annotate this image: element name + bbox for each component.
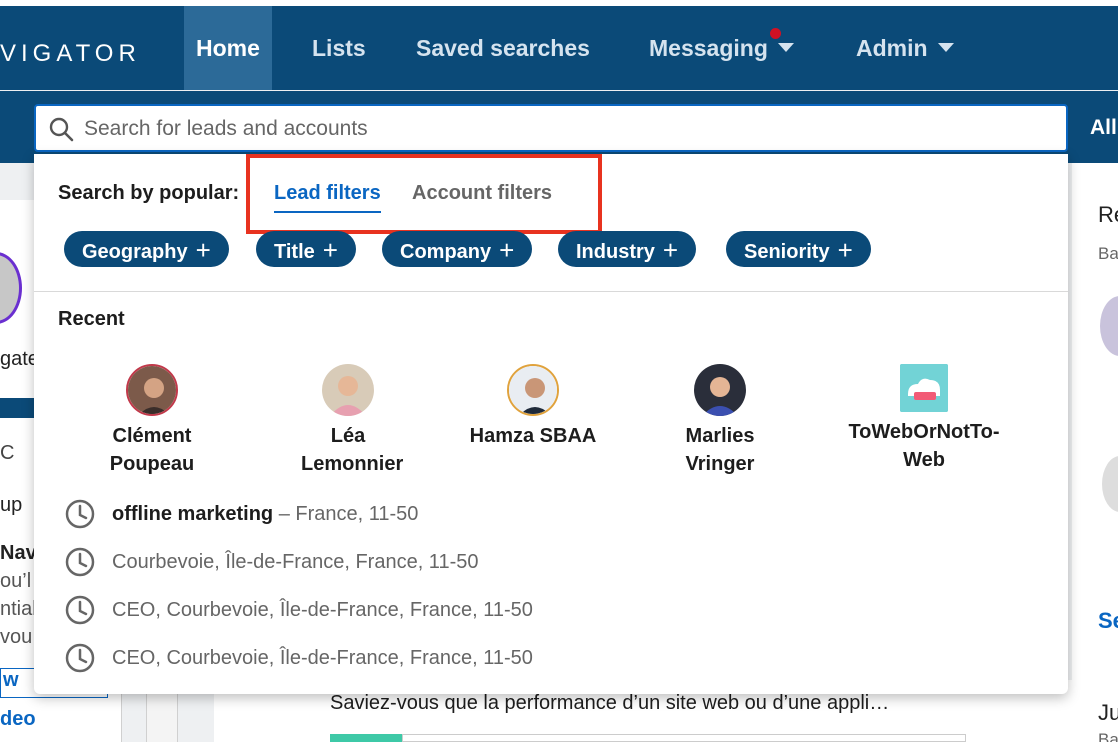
background-fragment-link: deo bbox=[0, 708, 36, 730]
avatar bbox=[322, 364, 374, 416]
filter-chip-company[interactable]: Company + bbox=[382, 231, 533, 267]
recent-company-towebornottoweb[interactable]: ToWebOrNotTo-Web bbox=[814, 364, 1034, 474]
background-fragment: Re bbox=[1098, 202, 1118, 227]
nav-lists-label: Lists bbox=[312, 35, 366, 61]
recent-person-marlies[interactable]: Marlies Vringer bbox=[635, 364, 805, 478]
plus-icon: + bbox=[662, 235, 679, 265]
recent-name: ToWebOrNotTo-Web bbox=[848, 421, 1000, 471]
clock-icon bbox=[65, 643, 95, 673]
nav-saved-searches-label: Saved searches bbox=[416, 35, 590, 61]
company-logo bbox=[900, 364, 948, 412]
recent-search-text: CEO, Courbevoie, Île-de-France, France, … bbox=[112, 599, 533, 621]
chip-label: Seniority bbox=[744, 241, 830, 263]
nav-lists[interactable]: Lists bbox=[300, 6, 378, 90]
chip-label: Company bbox=[400, 241, 492, 263]
product-logo[interactable]: VIGATOR bbox=[0, 40, 141, 68]
nav-saved-searches[interactable]: Saved searches bbox=[404, 6, 602, 90]
recent-search-text: Courbevoie, Île-de-France, France, 11-50 bbox=[112, 551, 479, 573]
recent-name: Hamza SBAA bbox=[469, 425, 597, 447]
nav-admin-label: Admin bbox=[856, 35, 928, 61]
plus-icon: + bbox=[195, 235, 211, 265]
person-avatar-icon bbox=[322, 364, 374, 416]
dropdown-divider bbox=[34, 291, 1068, 292]
clock-icon bbox=[65, 499, 95, 529]
chip-label: Title bbox=[274, 241, 315, 263]
chip-label: Geography bbox=[82, 241, 188, 263]
search-icon bbox=[49, 117, 74, 142]
background-post-thumbnail bbox=[330, 734, 402, 742]
search-box[interactable] bbox=[34, 104, 1068, 152]
recent-search-keyword: offline marketing bbox=[112, 503, 274, 525]
search-input[interactable] bbox=[84, 114, 984, 144]
plus-icon: + bbox=[322, 235, 338, 265]
background-post-preview bbox=[402, 734, 966, 742]
clock-icon bbox=[65, 595, 95, 625]
background-fragment-link: Se bbox=[1098, 608, 1118, 633]
notification-dot-icon bbox=[770, 28, 781, 39]
background-fragment: up bbox=[0, 494, 23, 516]
nav-home-label: Home bbox=[196, 35, 260, 61]
avatar bbox=[126, 364, 178, 416]
person-avatar-icon bbox=[128, 366, 176, 414]
filter-chip-seniority[interactable]: Seniority + bbox=[726, 231, 871, 267]
background-fragment: ou’l bbox=[0, 570, 32, 592]
background-fragment: Ba bbox=[1098, 244, 1118, 263]
recent-search-text: offline marketing – France, 11-50 bbox=[112, 503, 418, 526]
nav-admin[interactable]: Admin bbox=[844, 6, 966, 90]
clock-icon bbox=[65, 547, 95, 577]
avatar bbox=[507, 364, 559, 416]
background-post-text: Saviez-vous que la performance d’un site… bbox=[330, 692, 890, 714]
plus-icon: + bbox=[499, 235, 515, 265]
background-fragment: Ju bbox=[1098, 700, 1118, 725]
nav-home[interactable]: Home bbox=[184, 6, 272, 90]
recent-person-lea[interactable]: Léa Lemonnier bbox=[263, 364, 433, 478]
person-avatar-icon bbox=[694, 364, 746, 416]
recent-person-clement[interactable]: Clément Poupeau bbox=[67, 364, 237, 478]
filter-chip-industry[interactable]: Industry + bbox=[558, 231, 697, 267]
person-avatar-icon bbox=[509, 366, 557, 414]
recent-name: Clément Poupeau bbox=[109, 425, 195, 475]
search-by-popular-label: Search by popular: bbox=[58, 182, 240, 204]
recent-person-hamza[interactable]: Hamza SBAA bbox=[448, 364, 618, 450]
recent-section-title: Recent bbox=[58, 308, 125, 330]
recent-name: Léa Lemonnier bbox=[301, 425, 404, 475]
nav-messaging[interactable]: Messaging bbox=[637, 6, 806, 90]
annotation-highlight-box bbox=[246, 154, 602, 234]
avatar bbox=[694, 364, 746, 416]
background-fragment: Ba bbox=[1098, 730, 1118, 742]
plus-icon: + bbox=[837, 235, 853, 265]
background-band bbox=[0, 398, 34, 418]
background-fragment: Nav bbox=[0, 542, 37, 564]
background-fragment: vou bbox=[0, 626, 33, 648]
top-navigation-bar: VIGATOR Home Lists Saved searches Messag… bbox=[0, 6, 1118, 90]
recent-search-text: CEO, Courbevoie, Île-de-France, France, … bbox=[112, 647, 533, 669]
company-logo-icon bbox=[900, 364, 948, 412]
chevron-down-icon bbox=[777, 43, 794, 53]
recent-search-filters: – France, 11-50 bbox=[273, 503, 419, 525]
filter-chip-geography[interactable]: Geography + bbox=[64, 231, 229, 267]
chip-label: Industry bbox=[576, 241, 655, 263]
filter-chip-title[interactable]: Title + bbox=[256, 231, 356, 267]
chevron-down-icon bbox=[937, 43, 954, 53]
recent-name: Marlies Vringer bbox=[685, 425, 755, 475]
search-scope-label[interactable]: All bbox=[1090, 116, 1117, 140]
nav-messaging-label: Messaging bbox=[649, 35, 768, 61]
background-fragment: ntial bbox=[0, 598, 37, 620]
search-suggestions-dropdown: Search by popular: Lead filters Account … bbox=[34, 154, 1068, 694]
